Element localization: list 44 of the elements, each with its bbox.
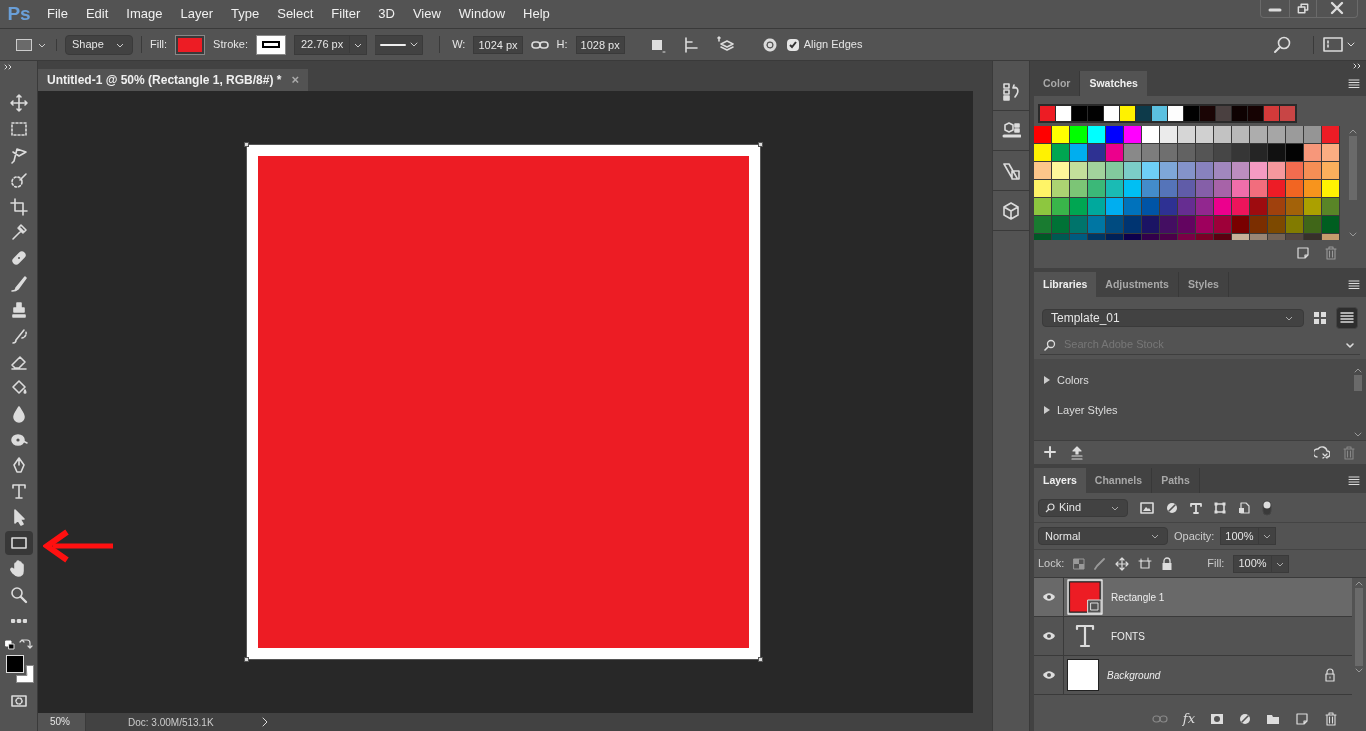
layer-name[interactable]: FONTS (1111, 628, 1352, 644)
blend-mode-dropdown[interactable]: Normal (1038, 527, 1168, 545)
panel-tab[interactable]: Swatches (1080, 71, 1147, 96)
zoom-level-field[interactable]: 50% (38, 713, 86, 731)
height-field[interactable]: 1028 px (575, 35, 625, 54)
stroke-label: Stroke: (213, 37, 248, 53)
height-label: H: (556, 37, 568, 53)
layer-style-button[interactable]: fx (1182, 709, 1195, 729)
layer-row[interactable]: Background (1034, 656, 1352, 695)
width-field[interactable]: 1024 px (473, 35, 523, 54)
menu-item[interactable]: Window (449, 4, 515, 24)
opacity-label: Opacity: (1174, 528, 1215, 544)
library-section[interactable]: Layer Styles (1057, 401, 1118, 419)
width-label: W: (439, 36, 466, 53)
panel-tab[interactable]: Layers (1034, 468, 1086, 493)
filter-dropdown[interactable]: Kind (1038, 498, 1128, 517)
fill-label: Fill: (141, 36, 168, 53)
menu-item[interactable]: File (38, 4, 77, 24)
layer-name[interactable]: Rectangle 1 (1111, 589, 1352, 605)
lock-label: Lock: (1038, 556, 1065, 572)
fill-label: Fill: (1207, 556, 1225, 572)
layer-row[interactable]: FONTS (1034, 617, 1352, 656)
menu-item[interactable]: Type (222, 4, 269, 24)
menu-item[interactable]: 3D (369, 4, 404, 24)
panel-tab[interactable]: Libraries (1034, 272, 1097, 297)
layer-name[interactable]: Background (1107, 667, 1324, 683)
menu-item[interactable]: Filter (322, 4, 370, 24)
mode-dropdown[interactable]: Shape (65, 34, 133, 55)
layer-row[interactable]: Rectangle 1 (1034, 578, 1352, 617)
library-section[interactable]: Colors (1057, 371, 1089, 389)
checkbox-label: Align Edges (803, 37, 863, 53)
menu-item[interactable]: Select (268, 4, 323, 24)
opacity-field[interactable]: 100% (1220, 527, 1277, 545)
menu-item[interactable]: Help (514, 4, 559, 24)
menu-item[interactable]: Image (117, 4, 172, 24)
menu-item[interactable]: View (403, 4, 450, 24)
fill-field[interactable]: 100% (1233, 554, 1290, 573)
menu-item[interactable]: Edit (76, 4, 118, 24)
document-tab[interactable]: Untitled-1 @ 50% (Rectangle 1, RGB/8#) * × (38, 69, 308, 91)
stroke-width-field[interactable]: 22.76 px (293, 34, 368, 55)
library-dropdown[interactable]: Template_01 (1042, 309, 1304, 327)
document-info: Doc: 3.00M/513.1K (127, 715, 215, 730)
app-logo: Ps (6, 1, 32, 26)
menu-item[interactable]: Layer (171, 4, 223, 24)
